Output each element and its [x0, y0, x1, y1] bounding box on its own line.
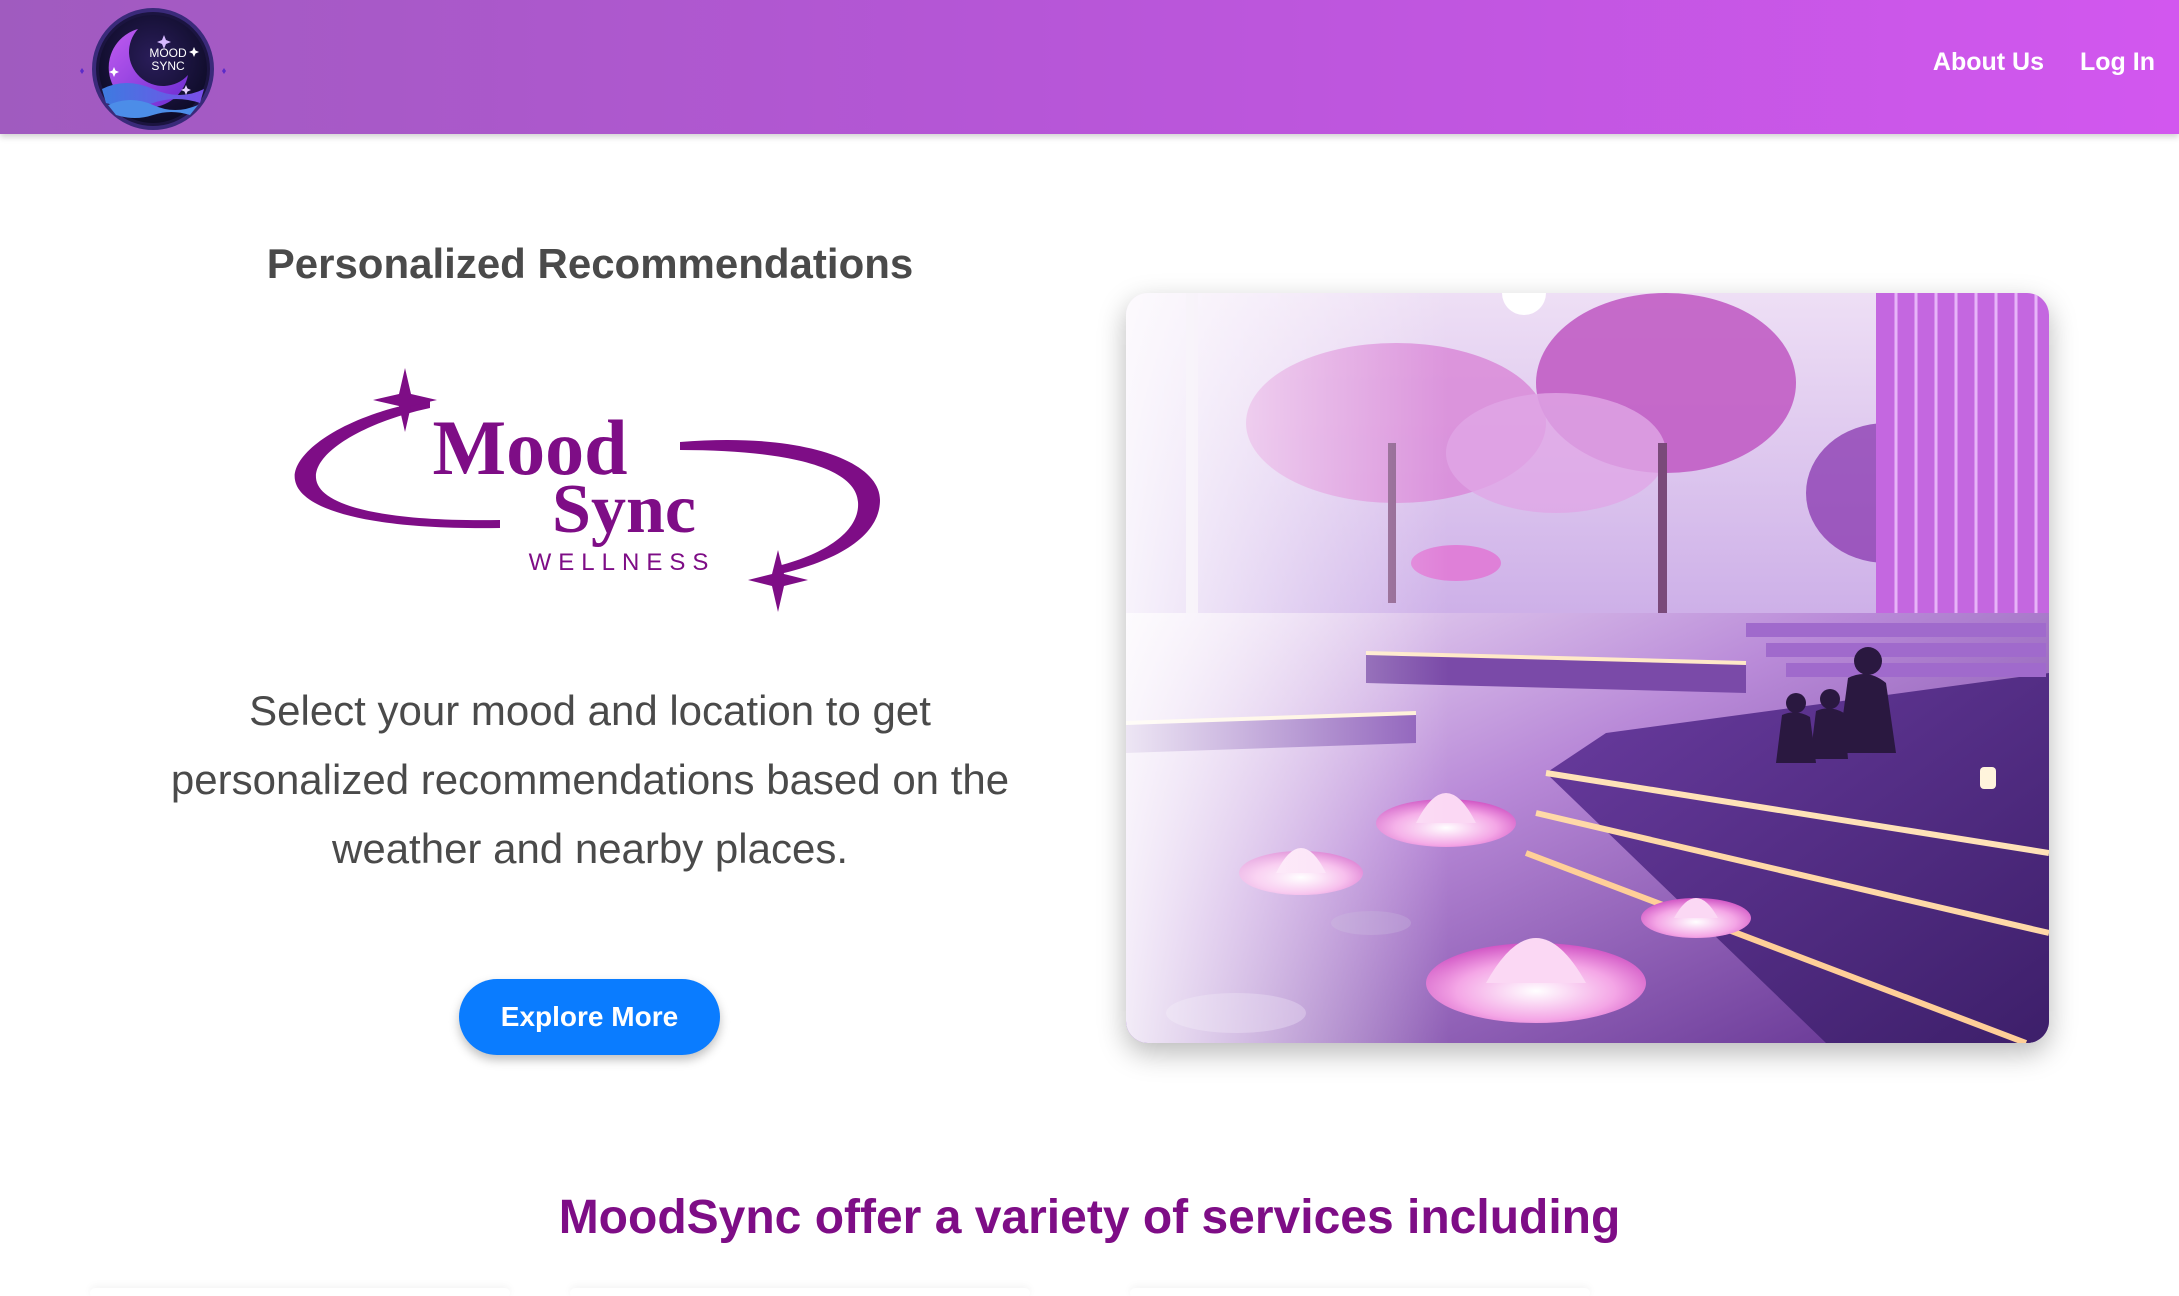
top-header: MOOD SYNC About Us Log In: [0, 0, 2179, 134]
service-card-hint-3: [1130, 1288, 1590, 1296]
mood-sync-wellness-logo: Mood Sync WELLNESS: [294, 368, 880, 612]
nav-log-in-link[interactable]: Log In: [2080, 48, 2155, 77]
hero-illustration: [1126, 293, 2049, 1043]
services-heading: MoodSync offer a variety of services inc…: [558, 1191, 1621, 1244]
explore-more-button[interactable]: Explore More: [459, 979, 720, 1055]
logo-badge[interactable]: MOOD SYNC: [76, 7, 230, 131]
logo-word-sync: Sync: [552, 471, 696, 548]
main-nav: About Us Log In: [1933, 48, 2155, 77]
logo-text-line1: MOOD: [149, 46, 187, 60]
hero-title: Personalized Recommendations: [266, 240, 914, 287]
hero-description: Select your mood and location to get per…: [170, 687, 1010, 872]
nav-about-us-link[interactable]: About Us: [1933, 48, 2044, 77]
service-card-hint-2: [570, 1288, 1030, 1296]
logo-text-line2: SYNC: [151, 59, 185, 73]
logo-word-wellness: WELLNESS: [529, 549, 716, 576]
service-card-hint-1: [90, 1288, 510, 1296]
